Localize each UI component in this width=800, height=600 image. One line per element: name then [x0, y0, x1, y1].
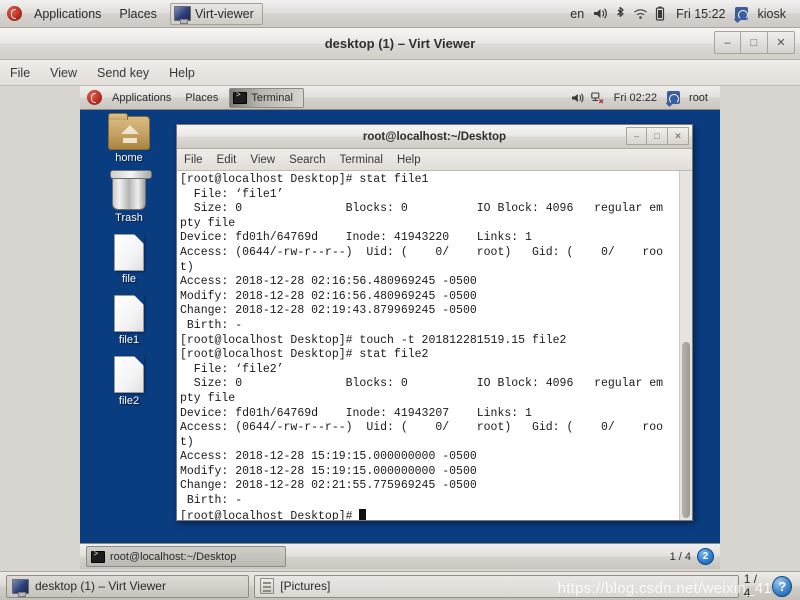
terminal-body[interactable]: [root@localhost Desktop]# stat file1 Fil… — [177, 171, 692, 520]
terminal-menu-file[interactable]: File — [177, 149, 210, 170]
guest-taskbutton-terminal[interactable]: Terminal — [229, 87, 304, 108]
bluetooth-icon[interactable] — [610, 0, 630, 27]
guest-taskbar: root@localhost:~/Desktop 1 / 4 2 — [80, 543, 720, 569]
desktop-icon-list: home Trash file file1 file2 — [94, 113, 164, 407]
virt-viewer-title: desktop (1) – Virt Viewer — [324, 36, 476, 51]
menu-help[interactable]: Help — [159, 60, 205, 85]
host-taskbutton-label: Virt-viewer — [194, 6, 254, 21]
help-badge-icon[interactable]: ? — [772, 575, 792, 597]
menu-file[interactable]: File — [0, 60, 40, 85]
close-button[interactable]: ✕ — [768, 31, 795, 54]
host-menu-applications[interactable]: Applications — [25, 0, 110, 27]
speaker-icon[interactable] — [568, 86, 588, 109]
guest-taskbar-item-label: root@localhost:~/Desktop — [110, 550, 237, 563]
guest-menu-applications[interactable]: Applications — [105, 86, 178, 109]
host-taskbar-item-label: desktop (1) – Virt Viewer — [35, 579, 166, 593]
desktop-icon-label: file — [121, 273, 137, 285]
screen: Applications Places Virt-viewer en Fri 1… — [0, 0, 800, 600]
terminal-scrollbar[interactable] — [679, 171, 692, 520]
guest-clock[interactable]: Fri 02:22 — [608, 92, 663, 104]
user-icon — [663, 86, 683, 109]
minimize-button[interactable]: – — [714, 31, 741, 54]
wifi-icon[interactable] — [630, 0, 650, 27]
terminal-titlebar[interactable]: root@localhost:~/Desktop – □ ✕ — [177, 125, 692, 149]
fedora-logo-icon[interactable] — [7, 6, 22, 21]
guest-menu-places[interactable]: Places — [178, 86, 225, 109]
terminal-scrollbar-thumb[interactable] — [682, 342, 690, 518]
guest-taskbar-item-terminal[interactable]: root@localhost:~/Desktop — [86, 546, 286, 567]
guest-desktop[interactable]: Applications Places Terminal Fri 02:22 r… — [80, 86, 720, 569]
terminal-close-button[interactable]: ✕ — [668, 127, 689, 145]
speaker-icon[interactable] — [590, 0, 610, 27]
host-workspace-counter: 1 / 4 — [743, 572, 758, 600]
pictures-icon — [260, 578, 275, 594]
guest-taskbutton-label: Terminal — [251, 91, 293, 104]
guest-username[interactable]: root — [683, 92, 714, 104]
terminal-output-text: [root@localhost Desktop]# stat file1 Fil… — [180, 173, 664, 520]
desktop-icon-home[interactable]: home — [94, 113, 164, 164]
terminal-output[interactable]: [root@localhost Desktop]# stat file1 Fil… — [177, 171, 679, 520]
desktop-icon-label: Trash — [115, 212, 143, 224]
terminal-menu-help[interactable]: Help — [390, 149, 428, 170]
terminal-menu-terminal[interactable]: Terminal — [333, 149, 390, 170]
guest-workspace-badge[interactable]: 2 — [697, 548, 714, 565]
desktop-icon-label: home — [115, 152, 143, 164]
host-taskbar-item-virt-viewer[interactable]: desktop (1) – Virt Viewer — [6, 574, 250, 598]
host-username[interactable]: kiosk — [752, 7, 792, 21]
host-menu-places[interactable]: Places — [110, 0, 166, 27]
host-taskbar-item-label: [Pictures] — [280, 579, 331, 593]
terminal-icon — [233, 91, 248, 104]
file-icon — [114, 356, 144, 393]
host-clock[interactable]: Fri 15:22 — [670, 7, 731, 21]
terminal-menubar: File Edit View Search Terminal Help — [177, 149, 692, 171]
virt-viewer-icon — [173, 6, 191, 24]
user-icon — [732, 0, 752, 27]
terminal-menu-edit[interactable]: Edit — [210, 149, 244, 170]
desktop-icon-file2[interactable]: file2 — [94, 356, 164, 407]
terminal-window: root@localhost:~/Desktop – □ ✕ File Edit… — [176, 124, 693, 521]
guest-top-panel: Applications Places Terminal Fri 02:22 r… — [80, 86, 720, 110]
desktop-icon-label: file1 — [118, 334, 140, 346]
keyboard-layout-indicator[interactable]: en — [564, 7, 590, 21]
trash-icon — [110, 170, 152, 210]
terminal-maximize-button[interactable]: □ — [647, 127, 668, 145]
virt-viewer-titlebar[interactable]: desktop (1) – Virt Viewer – □ ✕ — [0, 28, 800, 60]
host-taskbar-item-pictures[interactable]: [Pictures] — [254, 574, 739, 598]
terminal-menu-search[interactable]: Search — [282, 149, 332, 170]
desktop-icon-trash[interactable]: Trash — [94, 170, 164, 224]
fedora-logo-icon[interactable] — [87, 90, 102, 105]
host-taskbar: desktop (1) – Virt Viewer [Pictures] 1 /… — [0, 571, 800, 600]
battery-icon[interactable] — [650, 0, 670, 27]
menu-send-key[interactable]: Send key — [87, 60, 159, 85]
desktop-icon-label: file2 — [118, 395, 140, 407]
guest-workspace-counter: 1 / 4 — [669, 550, 691, 563]
terminal-menu-view[interactable]: View — [243, 149, 282, 170]
file-icon — [114, 295, 144, 332]
maximize-button[interactable]: □ — [741, 31, 768, 54]
terminal-title: root@localhost:~/Desktop — [362, 130, 507, 143]
host-top-panel: Applications Places Virt-viewer en Fri 1… — [0, 0, 800, 28]
home-folder-icon — [108, 113, 150, 150]
network-disconnected-icon[interactable] — [588, 86, 608, 109]
host-taskbutton-virt-viewer[interactable]: Virt-viewer — [169, 2, 263, 25]
terminal-minimize-button[interactable]: – — [626, 127, 647, 145]
file-icon — [114, 234, 144, 271]
desktop-icon-file1[interactable]: file1 — [94, 295, 164, 346]
desktop-icon-file[interactable]: file — [94, 234, 164, 285]
terminal-cursor — [359, 508, 367, 520]
menu-view[interactable]: View — [40, 60, 87, 85]
terminal-icon — [91, 550, 105, 563]
virt-viewer-menubar: File View Send key Help — [0, 60, 800, 86]
virt-viewer-icon — [12, 578, 29, 597]
